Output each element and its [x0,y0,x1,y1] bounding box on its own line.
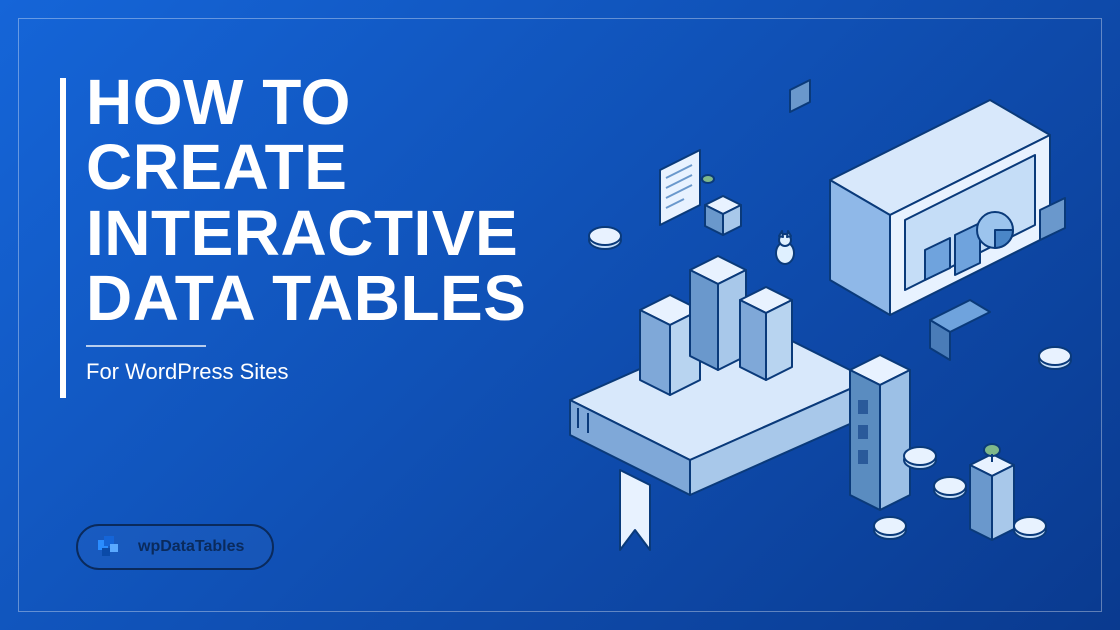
page-title: HOW TO CREATE INTERACTIVE DATA TABLES [86,70,600,331]
page-subtitle: For WordPress Sites [86,359,600,385]
brand-name: wpDataTables [138,538,244,556]
brand-pill: wpDataTables [76,524,274,570]
subtitle-divider [86,345,206,347]
brand-logo-icon [98,536,126,558]
accent-bar [60,78,66,398]
hero-illustration [530,60,1090,580]
hero-content: HOW TO CREATE INTERACTIVE DATA TABLES Fo… [60,70,600,385]
